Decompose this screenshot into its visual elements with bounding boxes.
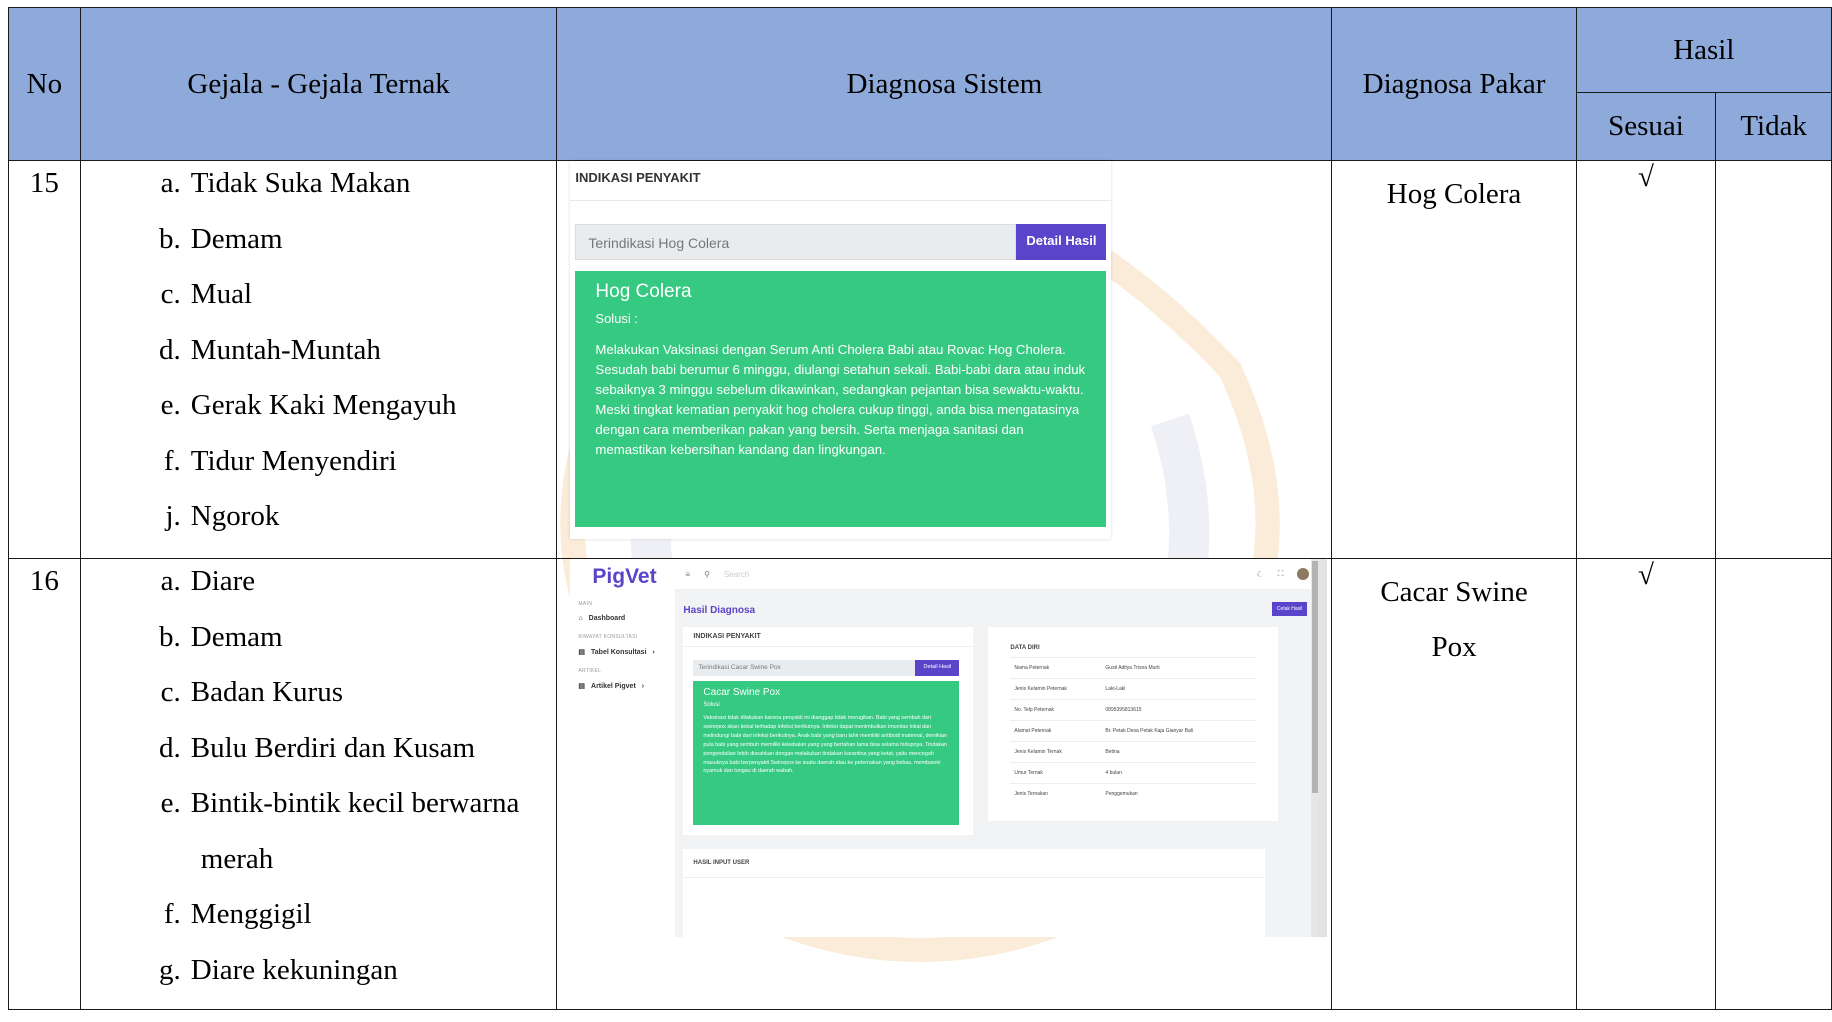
indication-field[interactable]: Terindikasi Cacar Swine Pox [693, 660, 916, 676]
system-diagnosis-screenshot: INDIKASI PENYAKIT Terindikasi Hog Colera… [556, 160, 1333, 559]
disease-indication-card: INDIKASI PENYAKIT Terindikasi Cacar Swin… [683, 627, 974, 835]
symptom-item: b. Demam [159, 222, 283, 255]
scrollbar[interactable] [1311, 559, 1320, 937]
menu-icon[interactable]: ≡ [685, 570, 690, 579]
match-mark: √ [1575, 558, 1717, 1010]
header-result: Hasil [1575, 7, 1832, 93]
indication-field[interactable]: Terindikasi Hog Colera [575, 224, 1017, 260]
card-header: INDIKASI PENYAKIT [683, 627, 974, 647]
data-row: Umur Ternak 4 bulan [1010, 762, 1257, 783]
symptom-item: g. Diare kekuningan [159, 953, 398, 986]
pigvet-logo[interactable]: PigVet [570, 559, 675, 595]
symptom-item: f. Tidur Menyendiri [163, 444, 397, 477]
sidebar-item-consultation-table[interactable]: ▤ Tabel Konsultasi › [570, 642, 675, 662]
disease-indication-card: INDIKASI PENYAKIT Terindikasi Hog Colera… [570, 161, 1112, 539]
expert-diagnosis: Cacar Swine Pox [1331, 558, 1577, 1010]
sidebar-item-articles[interactable]: ▤ Artikel Pigvet › [570, 676, 675, 696]
solution-label: Solusi [703, 702, 720, 708]
solution-label: Solusi : [595, 311, 639, 326]
header-mismatch: Tidak [1715, 92, 1832, 161]
symptom-item: c. Mual [160, 278, 252, 310]
mismatch-mark [1715, 558, 1832, 1010]
search-icon[interactable]: ⚲ [704, 570, 710, 579]
card-header: DATA DIRI [1010, 645, 1040, 651]
indication-row: Terindikasi Cacar Swine Pox Detail Hasil [693, 660, 960, 676]
scrollbar-thumb[interactable] [1312, 561, 1319, 793]
detail-result-button[interactable]: Detail Hasil [915, 660, 960, 676]
diagnosis-comparison-table: No Gejala - Gejala Ternak Diagnosa Siste… [8, 7, 1832, 1010]
symptom-item: e. Gerak Kaki Mengayuh [160, 389, 457, 421]
indication-row: Terindikasi Hog Colera Detail Hasil [575, 224, 1107, 260]
symptom-item: j. Ngorok [165, 500, 280, 532]
user-input-card: HASIL INPUT USER [683, 849, 1266, 937]
row-number: 16 [8, 558, 81, 1010]
disease-name: Cacar Swine Pox [703, 687, 781, 698]
home-icon: ⌂ [578, 615, 583, 622]
header-expert-diagnosis: Diagnosa Pakar [1331, 7, 1577, 161]
solution-text: Vaksinasi tidak dilakukan karena penyaki… [703, 715, 948, 775]
data-row: Alamat Peternak Br. Petak Desa Petak Kaja… [1010, 720, 1257, 741]
sidebar-item-dashboard[interactable]: ⌂ Dashboard [570, 609, 675, 628]
symptom-item: d. Bulu Berdiri dan Kusam [159, 731, 476, 764]
mismatch-mark [1715, 160, 1832, 559]
solution-panel: Hog Colera Solusi : Melakukan Vaksinasi … [575, 271, 1107, 527]
search-input[interactable]: Search [724, 570, 749, 579]
header-system-diagnosis: Diagnosa Sistem [556, 7, 1333, 161]
symptom-item: b. Demam [159, 620, 283, 653]
pigvet-app-screenshot: PigVet MAIN ⌂ Dashboard RIWAYAT KONSULTAS… [570, 559, 1328, 937]
row-number: 15 [8, 160, 81, 559]
top-bar: ≡ ⚲ Search ☾ ⛶ [675, 559, 1320, 589]
print-result-button[interactable]: Cetak Hasil [1271, 602, 1308, 616]
data-row: Jenis Kelamin Ternak Betina [1010, 741, 1257, 762]
symptom-item: c. Badan Kurus [160, 676, 344, 708]
expert-diagnosis: Hog Colera [1331, 160, 1577, 559]
data-row: Jenis Ternakan Penggemukan [1010, 783, 1257, 804]
sidebar-section-article: ARTIKEL [578, 668, 602, 674]
fullscreen-icon[interactable]: ⛶ [1278, 569, 1284, 579]
avatar[interactable] [1297, 568, 1310, 580]
header-match: Sesuai [1575, 92, 1717, 161]
disease-name: Hog Colera [595, 281, 692, 302]
detail-result-button[interactable]: Detail Hasil [1016, 224, 1107, 260]
symptom-list: a. Tidak Suka Makan b. Demam c. Mual d. Munt… [79, 160, 558, 559]
symptom-item: f. Menggigil [163, 898, 312, 930]
personal-data-card: DATA DIRI Nama Peternak Gusti Aditya Tris… [988, 627, 1279, 821]
sidebar: PigVet MAIN ⌂ Dashboard RIWAYAT KONSULTAS… [570, 559, 676, 937]
card-header: HASIL INPUT USER [683, 849, 1266, 878]
solution-text: Melakukan Vaksinasi dengan Serum Anti Ch… [595, 342, 1086, 457]
table-icon: ▤ [578, 683, 586, 690]
symptom-list: a. Diare b. Demam c. Badan Kurus d. Bulu Ber… [79, 558, 558, 1010]
chevron-right-icon: › [641, 682, 645, 690]
symptom-item: a. Tidak Suka Makan [160, 167, 411, 199]
card-header: INDIKASI PENYAKIT [570, 161, 1112, 201]
page-title: Hasil Diagnosa [683, 605, 756, 616]
symptom-item: d. Muntah-Muntah [159, 333, 381, 366]
system-diagnosis-screenshot: PigVet MAIN ⌂ Dashboard RIWAYAT KONSULTAS… [556, 558, 1333, 1010]
header-no: No [8, 7, 81, 161]
header-symptoms: Gejala - Gejala Ternak [79, 7, 558, 161]
symptom-item: e. Bintik-bintik kecil berwarna [160, 787, 520, 819]
sidebar-section-history: RIWAYAT KONSULTASI [578, 634, 638, 640]
symptom-item: a. Diare [160, 565, 256, 597]
data-row: No. Telp Peternak 0895395813615 [1010, 699, 1257, 720]
data-row: Jenis Kelamin Peternak Laki-Laki [1010, 678, 1257, 699]
symptom-item-continuation: merah [200, 842, 274, 875]
expert-diagnosis-line: Cacar Swine [1380, 576, 1528, 608]
solution-panel: Cacar Swine Pox Solusi Vaksinasi tidak d… [693, 681, 960, 825]
expert-diagnosis-line: Pox [1431, 631, 1477, 663]
sidebar-section-main: MAIN [578, 601, 593, 607]
match-mark: √ [1575, 160, 1717, 559]
table-icon: ▤ [578, 649, 586, 656]
moon-icon[interactable]: ☾ [1257, 570, 1264, 579]
chevron-right-icon: › [652, 648, 655, 656]
data-row: Nama Peternak Gusti Aditya Trisna Murti [1010, 657, 1257, 678]
